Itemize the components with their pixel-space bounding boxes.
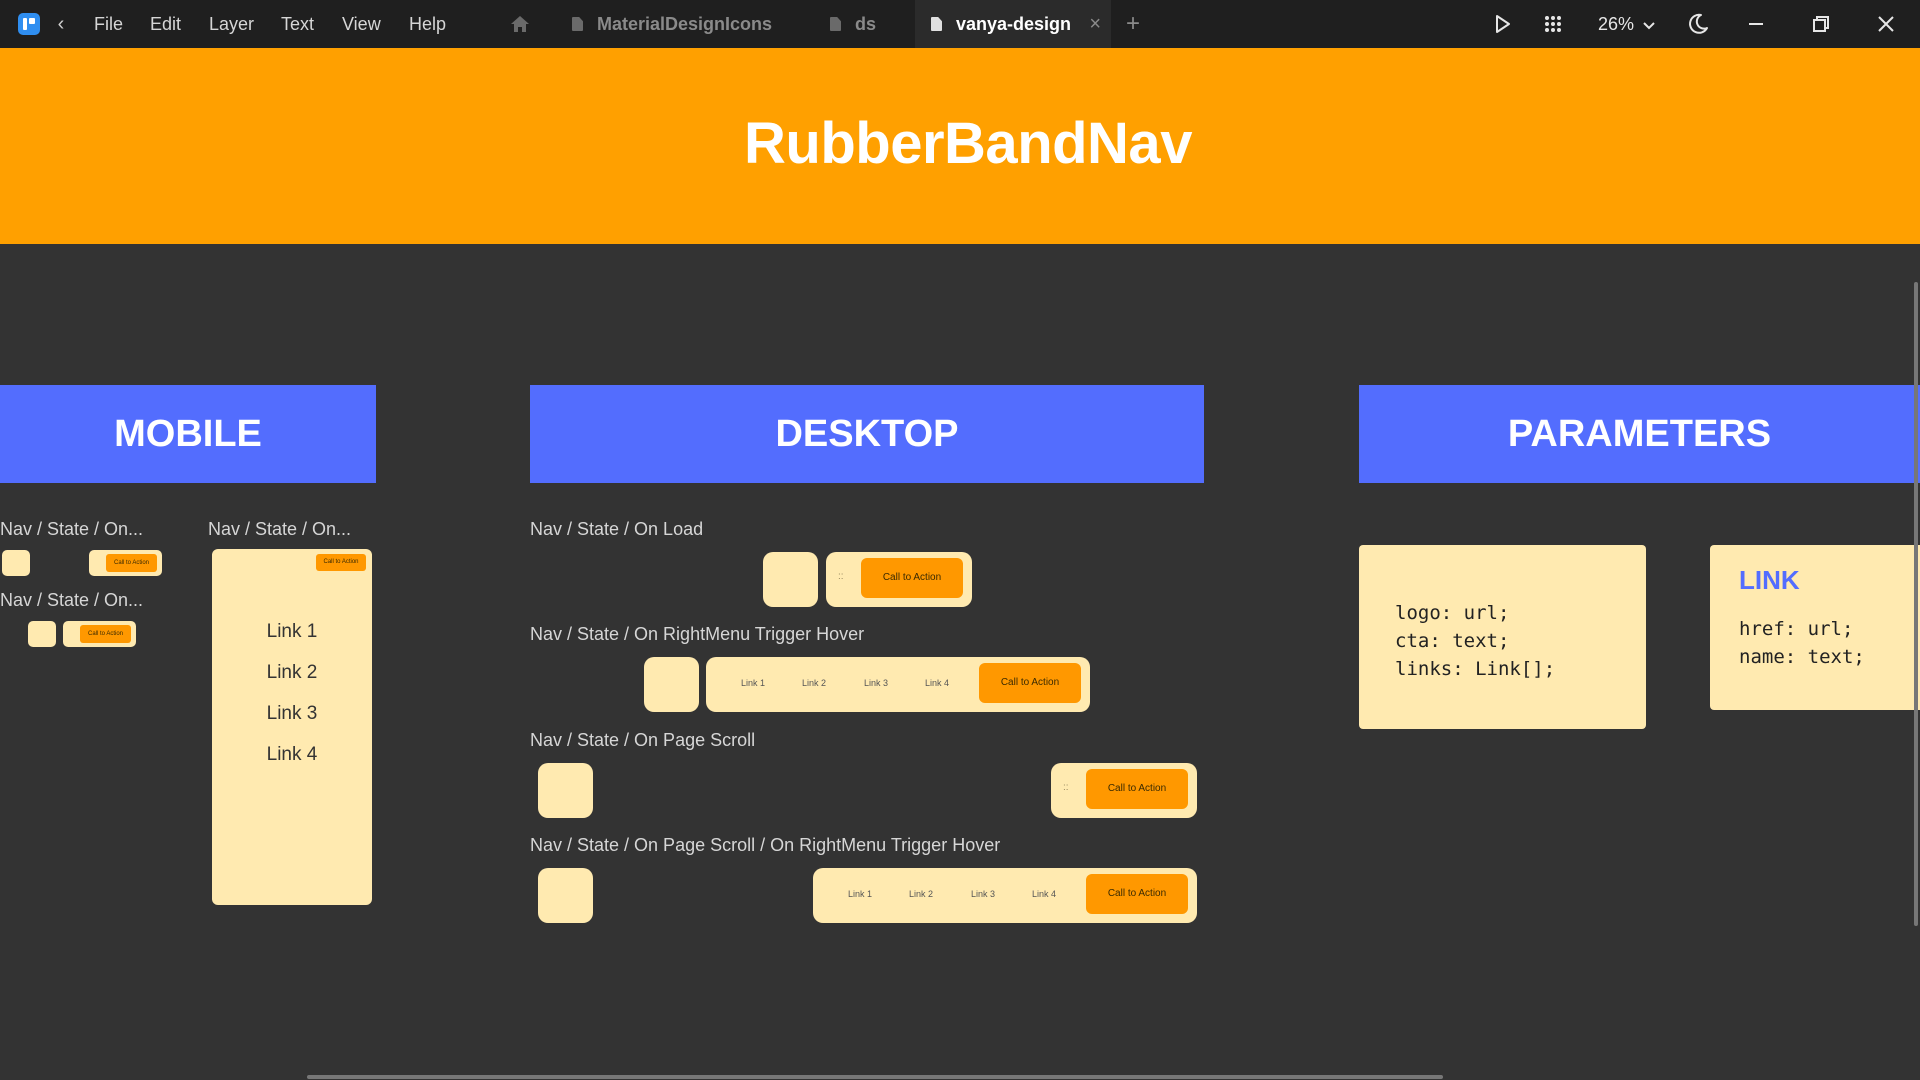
section-header-mobile: MOBILE xyxy=(0,385,376,483)
section-header-desktop: DESKTOP xyxy=(530,385,1204,483)
nav-parameters-code: logo: url; cta: text; links: Link[]; xyxy=(1395,602,1556,680)
add-tab-icon[interactable]: + xyxy=(1126,12,1140,36)
desktop-logo-box[interactable] xyxy=(538,868,593,923)
menu-trigger-icon[interactable]: :: xyxy=(1063,782,1069,793)
tab-ds[interactable]: ds xyxy=(830,0,910,48)
document-icon xyxy=(931,17,942,31)
cta-button[interactable]: Call to Action xyxy=(979,663,1081,703)
desktop-frame-label-2[interactable]: Nav / State / On RightMenu Trigger Hover xyxy=(530,623,864,645)
nav-link-2[interactable]: Link 2 xyxy=(791,678,837,688)
desktop-nav-bar-expanded[interactable]: Link 1 Link 2 Link 3 Link 4 Call to Acti… xyxy=(706,657,1090,712)
cta-button[interactable]: Call to Action xyxy=(1086,769,1188,809)
desktop-frame-label-4[interactable]: Nav / State / On Page Scroll / On RightM… xyxy=(530,834,1000,856)
tab-vanya-design[interactable]: vanya-design × xyxy=(915,0,1111,48)
nav-link-1[interactable]: Link 1 xyxy=(837,889,883,899)
nav-link-4[interactable]: Link 4 xyxy=(914,678,960,688)
cta-button[interactable]: Call to Action xyxy=(80,625,131,643)
desktop-logo-box[interactable] xyxy=(763,552,818,607)
menu-view[interactable]: View xyxy=(342,13,381,35)
menu-help[interactable]: Help xyxy=(409,13,446,35)
mobile-link-1[interactable]: Link 1 xyxy=(212,621,372,643)
menu-trigger-icon[interactable]: :: xyxy=(838,571,844,582)
page-banner: RubberBandNav xyxy=(0,48,1920,244)
document-icon xyxy=(572,17,583,31)
close-tab-icon[interactable]: × xyxy=(1089,0,1101,48)
vertical-scrollbar[interactable] xyxy=(1914,282,1918,926)
tab-materialdesignicons[interactable]: MaterialDesignIcons xyxy=(572,0,786,48)
link-card-title: LINK xyxy=(1739,565,1800,595)
desktop-nav-bar[interactable]: :: Call to Action xyxy=(1051,763,1197,818)
mobile-logo-box[interactable] xyxy=(2,550,30,576)
desktop-frame-label-1[interactable]: Nav / State / On Load xyxy=(530,518,703,540)
menu-file[interactable]: File xyxy=(94,13,123,35)
back-chevron-icon[interactable]: ‹ xyxy=(52,13,70,35)
mobile-nav-bar[interactable]: Call to Action xyxy=(63,621,136,647)
horizontal-scrollbar[interactable] xyxy=(307,1075,1443,1079)
menu-layer[interactable]: Layer xyxy=(209,13,254,35)
minimize-icon[interactable] xyxy=(1745,13,1767,35)
mobile-frame-label-2[interactable]: Nav / State / On... xyxy=(208,518,351,540)
nav-link-1[interactable]: Link 1 xyxy=(730,678,776,688)
desktop-frame-label-3[interactable]: Nav / State / On Page Scroll xyxy=(530,729,755,751)
cta-button[interactable]: Call to Action xyxy=(316,554,366,571)
nav-link-4[interactable]: Link 4 xyxy=(1021,889,1067,899)
desktop-nav-bar[interactable]: :: Call to Action xyxy=(826,552,972,607)
link-parameters-code: href: url; name: text; xyxy=(1739,618,1865,668)
theme-moon-icon[interactable] xyxy=(1687,13,1709,35)
desktop-logo-box[interactable] xyxy=(644,657,699,712)
link-parameters-card[interactable]: LINK href: url; name: text; xyxy=(1710,545,1920,710)
app-logo-icon[interactable] xyxy=(18,13,40,35)
mobile-nav-bar[interactable]: Call to Action xyxy=(89,550,162,576)
cta-button[interactable]: Call to Action xyxy=(106,554,157,572)
nav-link-3[interactable]: Link 3 xyxy=(960,889,1006,899)
mobile-menu-open[interactable]: Call to Action Link 1 Link 2 Link 3 Link… xyxy=(212,549,372,905)
document-icon xyxy=(830,17,841,31)
desktop-nav-bar-expanded[interactable]: Link 1 Link 2 Link 3 Link 4 Call to Acti… xyxy=(813,868,1197,923)
banner-title: RubberBandNav xyxy=(744,111,1192,176)
cta-button[interactable]: Call to Action xyxy=(861,558,963,598)
nav-link-2[interactable]: Link 2 xyxy=(898,889,944,899)
cta-button[interactable]: Call to Action xyxy=(1086,874,1188,914)
close-window-icon[interactable] xyxy=(1875,13,1897,35)
section-header-parameters: PARAMETERS xyxy=(1359,385,1920,483)
apps-grid-icon[interactable] xyxy=(1544,15,1562,33)
restore-icon[interactable] xyxy=(1810,13,1832,35)
menu-edit[interactable]: Edit xyxy=(150,13,181,35)
mobile-link-2[interactable]: Link 2 xyxy=(212,662,372,684)
zoom-dropdown[interactable]: 26% xyxy=(1598,13,1655,35)
home-icon[interactable] xyxy=(510,14,530,34)
nav-link-3[interactable]: Link 3 xyxy=(853,678,899,688)
title-bar: ‹ File Edit Layer Text View Help Materia… xyxy=(0,0,1920,48)
chevron-down-icon xyxy=(1643,22,1655,30)
mobile-link-4[interactable]: Link 4 xyxy=(212,744,372,766)
nav-parameters-card[interactable]: logo: url; cta: text; links: Link[]; xyxy=(1359,545,1646,729)
mobile-frame-label-3[interactable]: Nav / State / On... xyxy=(0,589,143,611)
mobile-frame-label-1[interactable]: Nav / State / On... xyxy=(0,518,143,540)
mobile-link-3[interactable]: Link 3 xyxy=(212,703,372,725)
menu-text[interactable]: Text xyxy=(281,13,314,35)
mobile-logo-box[interactable] xyxy=(28,621,56,647)
desktop-logo-box[interactable] xyxy=(538,763,593,818)
play-icon[interactable] xyxy=(1495,14,1511,34)
